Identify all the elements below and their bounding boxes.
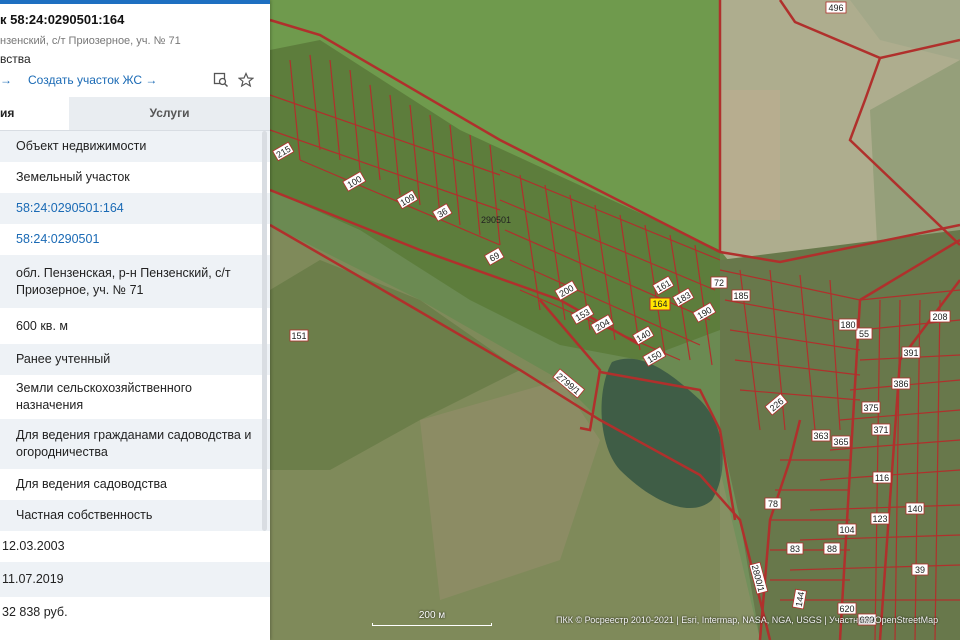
svg-text:391: 391 (903, 348, 918, 358)
property-row-land-category: Земли сельскохозяйственного назначения (16, 381, 192, 412)
property-row-registration-date: 12.03.2003 (2, 539, 65, 553)
parcel-label[interactable]: 391 (901, 346, 921, 359)
svg-text:363: 363 (813, 431, 828, 441)
svg-text:371: 371 (873, 425, 888, 435)
panel-tabs: ия Услуги (0, 97, 270, 131)
scale-label: 200 м (418, 610, 446, 621)
parcel-label[interactable]: 363 (811, 429, 831, 442)
svg-text:180: 180 (840, 320, 855, 330)
parcel-label[interactable]: 620 (837, 602, 857, 615)
svg-text:185: 185 (733, 291, 748, 301)
tab-services[interactable]: Услуги (69, 97, 270, 130)
parcel-label[interactable]: 72 (710, 276, 728, 289)
svg-text:55: 55 (859, 329, 869, 339)
svg-text:151: 151 (291, 331, 306, 341)
svg-text:116: 116 (875, 473, 889, 483)
map-search-glyph (213, 72, 229, 88)
svg-text:496: 496 (828, 3, 843, 13)
panel-subtitle: нзенский, с/т Приозерное, уч. № 71 (0, 35, 181, 47)
property-row-cadastral-number[interactable]: 58:24:0290501:164 (0, 193, 270, 224)
svg-text:72: 72 (714, 278, 724, 288)
parcel-label[interactable]: 290501 (481, 215, 511, 225)
svg-text:290501: 290501 (481, 215, 511, 225)
parcel-label[interactable]: 140 (905, 502, 925, 515)
property-list: Объект недвижимости Земельный участок 58… (0, 131, 270, 628)
panel-title: к 58:24:0290501:164 (0, 12, 125, 27)
scale-line (372, 623, 492, 626)
parcel-label[interactable]: 78 (764, 497, 782, 510)
info-panel: к 58:24:0290501:164 нзенский, с/т Приозе… (0, 0, 270, 640)
svg-text:386: 386 (893, 379, 908, 389)
parcel-label[interactable]: 151 (289, 329, 309, 342)
parcel-label[interactable]: 375 (861, 401, 881, 414)
parcel-label[interactable]: 104 (837, 523, 857, 536)
svg-text:39: 39 (915, 565, 925, 575)
parcel-label[interactable]: 365 (831, 435, 851, 448)
parcel-label[interactable]: 371 (871, 423, 891, 436)
property-row-use-by-document: Для ведения садоводства (16, 477, 167, 491)
svg-text:78: 78 (768, 499, 778, 509)
svg-text:83: 83 (790, 544, 800, 554)
svg-text:208: 208 (932, 312, 947, 322)
svg-text:140: 140 (907, 504, 922, 514)
parcel-label[interactable]: 180 (838, 318, 858, 331)
property-row-update-date: 11.07.2019 (0, 562, 270, 597)
panel-actions: → Создать участок ЖС → (0, 72, 270, 92)
parcel-label[interactable]: 83 (786, 542, 804, 555)
svg-text:88: 88 (827, 544, 837, 554)
parcel-label[interactable]: 208 (929, 310, 951, 323)
parcel-label[interactable]: 116 (872, 471, 892, 484)
svg-text:164: 164 (652, 299, 667, 309)
parcel-label[interactable]: 185 (731, 289, 751, 302)
panel-scrollbar[interactable] (262, 131, 267, 531)
property-row-status: Ранее учтенный (0, 344, 270, 375)
parcel-label[interactable]: 88 (823, 542, 841, 555)
property-row-quarter[interactable]: 58:24:0290501 (0, 224, 270, 255)
svg-text:123: 123 (872, 514, 887, 524)
parcel-label[interactable]: 386 (891, 377, 911, 390)
property-row-kind: Земельный участок (16, 170, 130, 184)
tab-information[interactable]: ия (0, 97, 69, 130)
map-attribution[interactable]: ПКК © Росреестр 2010-2021 | Esri, Interm… (556, 615, 938, 625)
parcel-label[interactable]: 39 (911, 563, 929, 576)
parcel-label[interactable]: 496 (825, 1, 847, 14)
property-row-permitted-use: Для ведения гражданами садоводства и ого… (0, 419, 270, 469)
create-parcel-link[interactable]: Создать участок ЖС → (28, 73, 157, 87)
scale-bar: 200 м (372, 610, 492, 626)
property-row-cadastral-value: 32 838 руб. (2, 605, 68, 619)
property-row-area: 600 кв. м (16, 318, 68, 333)
parcel-label[interactable]: 55 (855, 327, 873, 340)
panel-accent-bar (0, 0, 270, 4)
previous-link[interactable]: → (0, 73, 12, 87)
property-row-ownership: Частная собственность (0, 500, 270, 531)
property-row-address: обл. Пензенская, р-н Пензенский, с/т При… (0, 255, 270, 308)
svg-text:104: 104 (839, 525, 854, 535)
property-row-object-type: Объект недвижимости (0, 131, 270, 162)
map-search-icon[interactable] (212, 72, 230, 90)
star-icon[interactable] (237, 72, 255, 90)
svg-text:365: 365 (833, 437, 848, 447)
svg-text:620: 620 (839, 604, 854, 614)
highlighted-parcel[interactable]: 164 (649, 297, 671, 311)
svg-text:375: 375 (863, 403, 878, 413)
parcel-label[interactable]: 123 (870, 512, 890, 525)
panel-category: вства (0, 52, 31, 66)
star-glyph (237, 72, 255, 88)
